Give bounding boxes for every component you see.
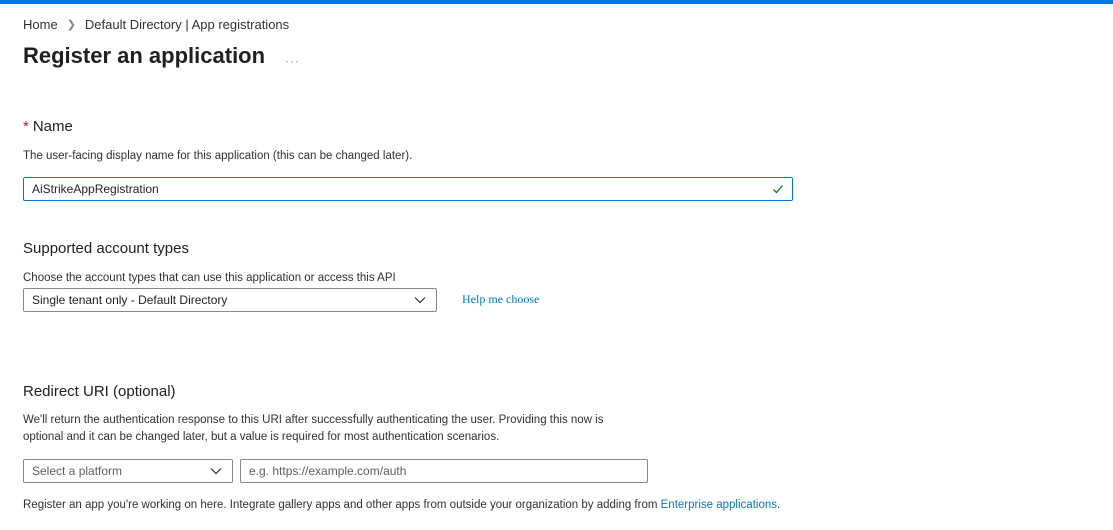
- name-heading: * Name: [23, 118, 73, 135]
- platform-placeholder: Select a platform: [32, 464, 123, 478]
- redirect-uri-input[interactable]: [240, 459, 648, 483]
- help-me-choose-link[interactable]: Help me choose: [462, 292, 539, 307]
- chevron-down-icon: [210, 468, 222, 475]
- redirect-uri-description-line1: We'll return the authentication response…: [23, 414, 604, 426]
- name-description: The user-facing display name for this ap…: [23, 150, 413, 162]
- redirect-uri-description-line2: optional and it can be changed later, bu…: [23, 431, 500, 443]
- redirect-uri-heading: Redirect URI (optional): [23, 383, 176, 400]
- account-types-dropdown[interactable]: Single tenant only - Default Directory: [23, 288, 437, 312]
- chevron-right-icon: ❯: [66, 19, 76, 31]
- account-types-selected: Single tenant only - Default Directory: [32, 293, 228, 307]
- checkmark-icon: [773, 185, 783, 194]
- name-heading-label: Name: [32, 118, 73, 135]
- account-types-heading: Supported account types: [23, 240, 189, 257]
- enterprise-applications-link[interactable]: Enterprise applications: [661, 499, 777, 511]
- page-title: Register an application: [23, 43, 266, 68]
- chevron-down-icon: [414, 297, 426, 304]
- footer-text: Register an app you're working on here. …: [23, 499, 658, 511]
- breadcrumb: Home ❯ Default Directory | App registrat…: [23, 17, 289, 32]
- account-types-description: Choose the account types that can use th…: [23, 272, 396, 284]
- footer-period: .: [776, 499, 781, 511]
- breadcrumb-home[interactable]: Home: [23, 17, 58, 32]
- breadcrumb-app-registrations[interactable]: Default Directory | App registrations: [85, 17, 289, 32]
- name-input[interactable]: [23, 177, 793, 201]
- top-accent-bar: [0, 0, 1113, 4]
- platform-dropdown[interactable]: Select a platform: [23, 459, 233, 483]
- required-marker: *: [23, 118, 29, 135]
- more-options-icon[interactable]: ···: [285, 54, 300, 68]
- footer-note: Register an app you're working on here. …: [23, 499, 780, 511]
